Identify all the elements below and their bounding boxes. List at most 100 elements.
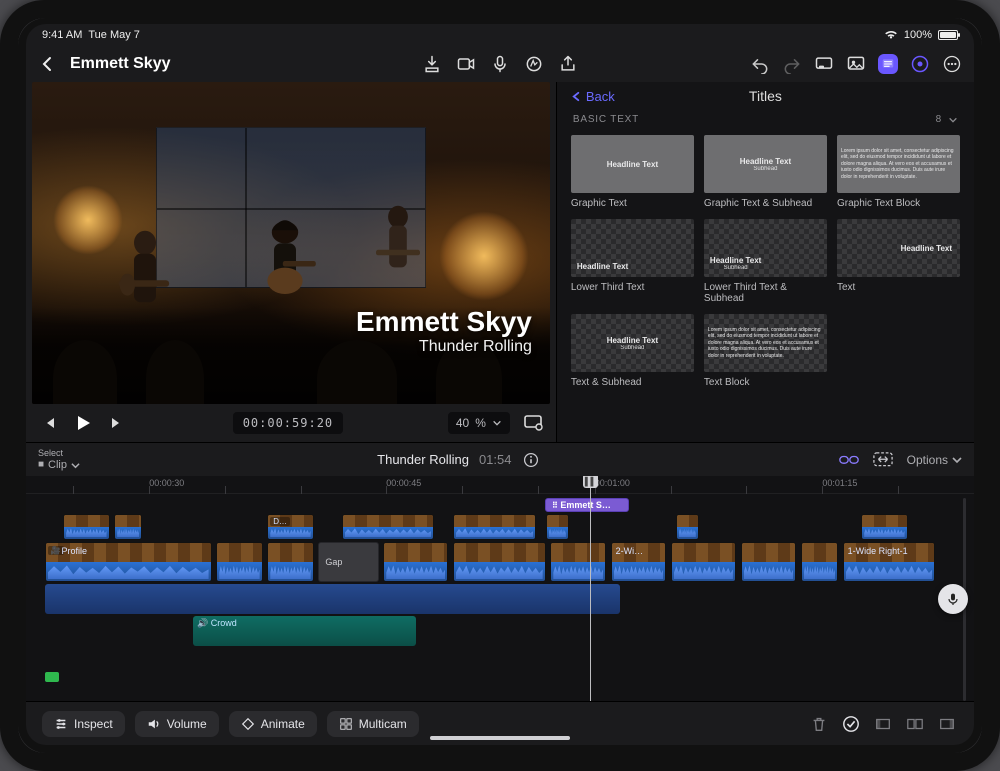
tile-caption: Text & Subhead (571, 377, 694, 388)
options-label: Options (907, 453, 948, 467)
title-tile[interactable]: Headline Text Lower Third Text (571, 219, 694, 304)
video-clip[interactable] (63, 514, 109, 540)
inspector-icon[interactable] (910, 54, 930, 74)
music-clip[interactable] (45, 584, 620, 614)
zoom-unit: % (475, 416, 486, 430)
title-tile[interactable]: Headline TextSubhead Graphic Text & Subh… (704, 135, 827, 209)
primary-video-clip[interactable]: 🎥Profile (45, 542, 212, 582)
info-icon[interactable] (521, 450, 541, 470)
musician-figure (363, 197, 433, 307)
chevron-down-icon[interactable] (948, 115, 958, 125)
viewer-pane: Emmett Skyy Thunder Rolling 00:00:59:20 … (26, 82, 557, 442)
title-tile[interactable]: Headline Text Text (837, 219, 960, 304)
sliders-icon (54, 717, 68, 731)
primary-video-clip[interactable] (550, 542, 606, 582)
browser-back-button[interactable]: Back (571, 89, 615, 104)
tile-caption: Lower Third Text (571, 282, 694, 293)
display-options-icon[interactable] (814, 54, 834, 74)
title-clip[interactable]: ⠿ Emmett S… (545, 498, 629, 512)
back-chevron-icon[interactable] (38, 54, 58, 74)
primary-video-clip[interactable] (267, 542, 313, 582)
primary-video-clip[interactable]: 1-Wide Right-1 (843, 542, 936, 582)
animate-button[interactable]: Animate (229, 711, 317, 737)
browser-header: Back Titles (557, 82, 974, 110)
title-tile[interactable]: Lorem ipsum dolor sit amet, consectetur … (837, 135, 960, 209)
video-clip[interactable]: D… (267, 514, 313, 540)
battery-percent: 100% (904, 29, 932, 41)
media-browser-icon[interactable] (846, 54, 866, 74)
share-icon[interactable] (558, 54, 578, 74)
ruler-label: 00:01:00 (595, 478, 630, 488)
inspect-button[interactable]: Inspect (42, 711, 125, 737)
main-split: Emmett Skyy Thunder Rolling 00:00:59:20 … (26, 82, 974, 442)
select-label: Select (38, 449, 80, 458)
primary-video-clip[interactable] (216, 542, 262, 582)
volume-button[interactable]: Volume (135, 711, 219, 737)
multicam-button[interactable]: Multicam (327, 711, 419, 737)
browser-section-header: BASIC TEXT 8 (557, 110, 974, 129)
time-ruler[interactable]: 00:00:30 00:00:45 00:01:00 00:01:15 (26, 476, 974, 494)
viewer-canvas[interactable]: Emmett Skyy Thunder Rolling (32, 82, 550, 404)
video-clip[interactable] (861, 514, 907, 540)
more-menu-icon[interactable] (942, 54, 962, 74)
section-count: 8 (936, 114, 942, 125)
link-icon[interactable] (839, 450, 859, 470)
gap-clip[interactable]: Gap (318, 542, 378, 582)
viewer-timecode[interactable]: 00:00:59:20 (233, 412, 343, 434)
primary-video-clip[interactable] (671, 542, 736, 582)
play-button[interactable] (72, 412, 94, 434)
primary-video-clip[interactable] (801, 542, 838, 582)
title-tile[interactable]: Headline TextSubhead Text & Subhead (571, 314, 694, 388)
viewer-zoom[interactable]: 40 % (448, 412, 510, 434)
timeline[interactable]: 00:00:30 00:00:45 00:01:00 00:01:15 ▌▌ ⠿… (26, 476, 974, 701)
primary-video-clip[interactable] (741, 542, 797, 582)
sketch-icon[interactable] (524, 54, 544, 74)
fullscreen-button[interactable] (522, 412, 544, 434)
header-right-tools (750, 54, 962, 74)
zoom-fit-icon[interactable] (873, 450, 893, 470)
primary-video-clip[interactable] (383, 542, 448, 582)
prev-frame-button[interactable] (38, 412, 60, 434)
title-tile[interactable]: Headline Text Graphic Text (571, 135, 694, 209)
project-title: Emmett Skyy (70, 55, 171, 73)
sfx-clip[interactable]: 🔊 Crowd (193, 616, 416, 646)
camera-icon[interactable] (456, 54, 476, 74)
content-browser-icon[interactable] (878, 54, 898, 74)
next-frame-button[interactable] (106, 412, 128, 434)
trash-icon[interactable] (808, 713, 830, 735)
voiceover-record-button[interactable] (938, 584, 968, 614)
voiceover-mic-icon[interactable] (490, 54, 510, 74)
app-header: Emmett Skyy (26, 46, 974, 82)
timeline-clip-duration: 01:54 (479, 452, 512, 467)
video-clip[interactable] (114, 514, 142, 540)
clip-select-menu[interactable]: Select ■Clip (38, 449, 80, 471)
video-clip[interactable] (342, 514, 435, 540)
title-tile[interactable]: Headline TextSubhead Lower Third Text & … (704, 219, 827, 304)
tile-caption: Graphic Text Block (837, 198, 960, 209)
import-icon[interactable] (422, 54, 442, 74)
primary-video-clip[interactable] (453, 542, 546, 582)
split-clip-icon[interactable] (904, 713, 926, 735)
overlay-subtitle: Thunder Rolling (356, 338, 532, 356)
trim-end-icon[interactable] (936, 713, 958, 735)
tile-caption: Graphic Text & Subhead (704, 198, 827, 209)
battery-icon (938, 30, 958, 40)
titles-grid[interactable]: Headline Text Graphic Text Headline Text… (557, 129, 974, 404)
toggle-enable-icon[interactable] (840, 713, 862, 735)
title-tile[interactable]: Lorem ipsum dolor sit amet, consectetur … (704, 314, 827, 388)
trim-start-icon[interactable] (872, 713, 894, 735)
undo-icon[interactable] (750, 54, 770, 74)
playhead[interactable]: ▌▌ (590, 476, 591, 701)
marker[interactable] (45, 672, 59, 682)
timeline-options-button[interactable]: Options (907, 453, 962, 467)
video-clip[interactable] (676, 514, 699, 540)
video-clip[interactable] (546, 514, 569, 540)
home-indicator[interactable] (430, 736, 570, 740)
grid-icon (339, 717, 353, 731)
speaker-icon (147, 717, 161, 731)
redo-icon[interactable] (782, 54, 802, 74)
zoom-value: 40 (456, 416, 469, 430)
primary-video-clip[interactable]: 2-Wi… (611, 542, 667, 582)
app-screen: 9:41 AM Tue May 7 100% Emmett Skyy (26, 24, 974, 745)
video-clip[interactable] (453, 514, 537, 540)
